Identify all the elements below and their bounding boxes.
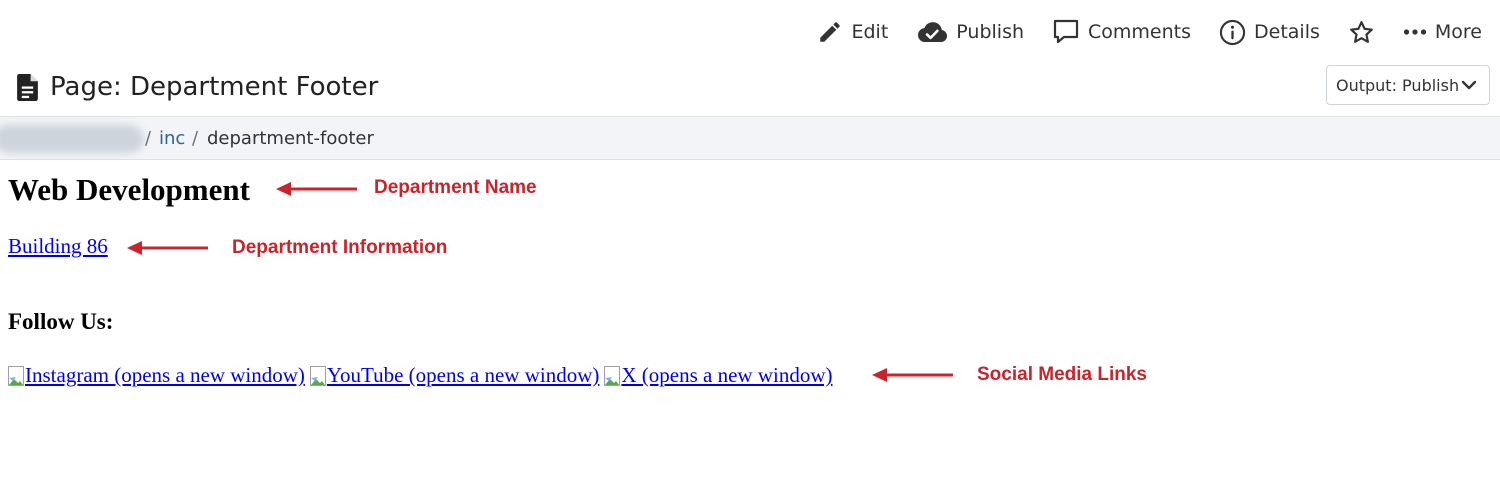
breadcrumb-separator: / <box>145 128 152 149</box>
broken-image-icon <box>309 365 326 386</box>
annotation-department-name: Department Name <box>374 177 537 198</box>
annotation-arrow-icon <box>276 182 357 196</box>
instagram-link[interactable]: Instagram (opens a new window) <box>8 363 305 388</box>
info-circle-icon <box>1219 19 1246 45</box>
favorite-button[interactable] <box>1348 19 1375 46</box>
department-name-heading: Web Development <box>8 172 250 207</box>
page-title: Page: Department Footer <box>17 68 378 106</box>
page-toolbar: Edit Publish Comments Details More <box>789 14 1482 50</box>
chevron-down-icon <box>1461 80 1477 90</box>
breadcrumb-current: department-footer <box>207 128 374 149</box>
output-select-value: Output: Publish <box>1336 75 1460 95</box>
publish-button[interactable]: Publish <box>916 20 1024 44</box>
broken-image-icon <box>8 365 24 386</box>
breadcrumb: / inc / department-footer <box>0 116 1500 160</box>
broken-image-icon <box>604 365 621 386</box>
comment-bubble-icon <box>1053 19 1079 44</box>
breadcrumb-separator: / <box>192 128 199 149</box>
ellipsis-icon <box>1403 29 1426 35</box>
output-select[interactable]: Output: Publish <box>1326 65 1490 105</box>
star-icon <box>1349 20 1373 43</box>
x-link-text: X (opens a new window) <box>621 363 833 387</box>
more-button[interactable]: More <box>1403 21 1482 43</box>
breadcrumb-redacted-segment <box>0 125 144 153</box>
x-link[interactable]: X (opens a new window) <box>604 363 832 388</box>
instagram-link-text: Instagram (opens a new window) <box>25 363 305 387</box>
annotation-arrow-icon <box>127 241 208 255</box>
cloud-check-icon <box>918 22 948 43</box>
annotation-arrow-icon <box>872 368 953 382</box>
document-icon <box>17 73 38 101</box>
edit-button[interactable]: Edit <box>817 19 888 45</box>
annotation-department-info: Department Information <box>232 237 448 258</box>
details-label: Details <box>1254 21 1320 43</box>
annotation-social-media: Social Media Links <box>977 364 1147 385</box>
department-info-link[interactable]: Building 86 <box>8 234 108 259</box>
edit-label: Edit <box>851 21 889 43</box>
follow-us-heading: Follow Us: <box>8 309 114 334</box>
details-button[interactable]: Details <box>1219 19 1320 46</box>
comments-button[interactable]: Comments <box>1052 18 1191 46</box>
page-preview: Web Development Building 86 Follow Us: I… <box>8 160 1500 481</box>
pencil-icon <box>820 22 841 42</box>
page-title-text: Page: Department Footer <box>50 72 379 102</box>
social-links: Instagram (opens a new window) YouTube (… <box>8 363 832 388</box>
comments-label: Comments <box>1088 21 1192 43</box>
publish-label: Publish <box>956 21 1025 43</box>
youtube-link[interactable]: YouTube (opens a new window) <box>309 363 600 388</box>
more-label: More <box>1434 21 1482 43</box>
breadcrumb-link-inc[interactable]: inc <box>159 128 185 149</box>
youtube-link-text: YouTube (opens a new window) <box>326 363 600 387</box>
